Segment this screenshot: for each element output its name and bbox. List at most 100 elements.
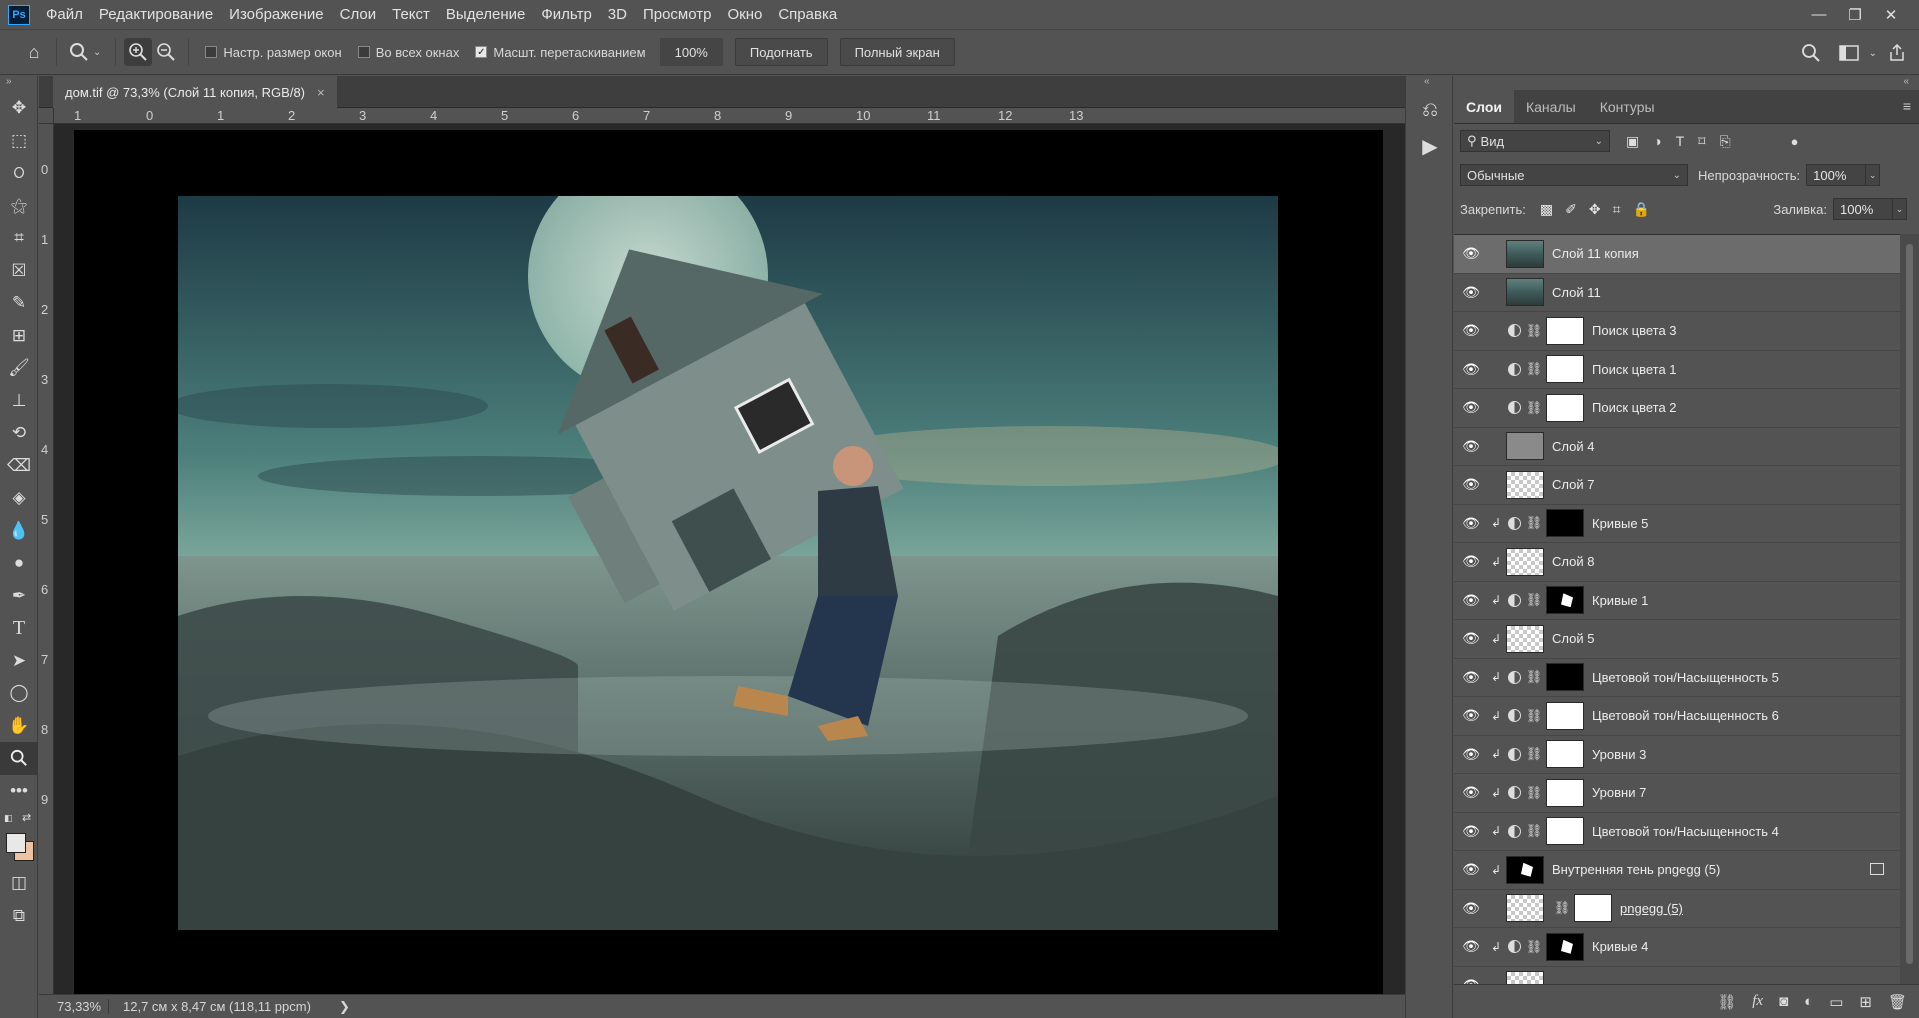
pen-tool-icon[interactable]: ✒ — [0, 580, 38, 613]
blur-tool-icon[interactable]: 💧 — [0, 515, 38, 548]
layer-row[interactable]: 👁 ↲ ⛓ Цветовой тон/Насыщенность 5 — [1454, 659, 1900, 697]
scrubby-zoom-checkbox[interactable]: ✓ Масшт. перетаскиванием — [475, 45, 646, 60]
menu-image[interactable]: Изображение — [221, 0, 332, 29]
layer-row[interactable]: 👁 ⛓ Поиск цвета 2 — [1454, 389, 1900, 428]
layer-filter-select[interactable]: ⚲ Вид ⌄ — [1460, 130, 1610, 152]
layer-mask-thumbnail[interactable] — [1546, 778, 1584, 807]
swap-colors-icon[interactable]: ⇄ — [22, 811, 31, 824]
layer-thumbnail[interactable] — [1506, 624, 1544, 653]
eyedropper-tool-icon[interactable]: ✎ — [0, 287, 38, 320]
actions-panel-icon[interactable]: ▶ — [1406, 128, 1454, 164]
layer-name[interactable]: Слой 4 — [1552, 439, 1594, 454]
layer-row[interactable]: 👁 ↲ ⛓ Уровни 7 — [1454, 774, 1900, 813]
visibility-eye-icon[interactable]: 👁 — [1454, 823, 1488, 840]
layer-name[interactable]: Внутренняя тень pngegg (5) — [1552, 862, 1720, 877]
layer-thumbnail[interactable] — [1506, 894, 1544, 923]
visibility-eye-icon[interactable]: 👁 — [1454, 245, 1488, 262]
layer-row[interactable]: 👁 ↲ ⛓ Кривые 4 — [1454, 928, 1900, 967]
menu-view[interactable]: Просмотр — [635, 0, 720, 29]
lock-pixels-icon[interactable]: ✐ — [1565, 201, 1577, 218]
layer-name[interactable]: Слой 7 — [1552, 477, 1594, 492]
layer-row[interactable]: 👁 ↲ Слой 5 — [1454, 620, 1900, 659]
layer-row[interactable]: 👁 ↲ Внутренняя тень pngegg (5) — [1454, 851, 1900, 890]
layer-name[interactable]: Поиск цвета 3 — [1592, 323, 1677, 338]
pixel-filter-icon[interactable]: ▣ — [1626, 133, 1639, 150]
layer-thumbnail[interactable] — [1506, 239, 1544, 268]
shape-filter-icon[interactable]: ⌑ — [1698, 133, 1705, 150]
menu-file[interactable]: Файл — [38, 0, 91, 29]
tab-channels[interactable]: Каналы — [1514, 90, 1588, 123]
visibility-eye-icon[interactable]: 👁 — [1454, 784, 1488, 801]
menu-filter[interactable]: Фильтр — [533, 0, 599, 29]
history-panel-icon[interactable]: ⎌ — [1406, 92, 1454, 128]
visibility-eye-icon[interactable]: 👁 — [1454, 746, 1488, 763]
move-tool-icon[interactable]: ✥ — [0, 92, 38, 125]
delete-layer-icon[interactable]: 🗑 — [1888, 993, 1907, 1011]
all-windows-checkbox[interactable]: Во всех окнах — [357, 45, 459, 60]
visibility-eye-icon[interactable]: 👁 — [1454, 592, 1488, 609]
layer-name[interactable]: Кривые 1 — [1592, 593, 1648, 608]
layer-row[interactable]: 👁 ↲ ⛓ Цветовой тон/Насыщенность 6 — [1454, 697, 1900, 736]
layer-mask-thumbnail[interactable] — [1546, 740, 1584, 769]
default-colors-icon[interactable]: ◧ — [4, 813, 13, 824]
brush-tool-icon[interactable]: 🖌 — [0, 352, 38, 385]
new-adjustment-layer-icon[interactable]: ◐ — [1804, 993, 1813, 1010]
document-canvas[interactable] — [74, 130, 1383, 994]
visibility-eye-icon[interactable]: 👁 — [1454, 284, 1488, 301]
mask-link-icon[interactable]: ⛓ — [1524, 400, 1544, 416]
fill-field[interactable]: 100% — [1833, 198, 1893, 220]
zoom-percent-field[interactable]: 100% — [659, 38, 723, 66]
history-brush-tool-icon[interactable]: ⟲ — [0, 417, 38, 450]
mask-link-icon[interactable]: ⛓ — [1524, 708, 1544, 724]
screen-mode-icon[interactable]: ⧉ — [0, 900, 38, 933]
layer-row[interactable]: 👁 Слой 11 — [1454, 274, 1900, 312]
layer-row[interactable]: 👁 Слой 7 — [1454, 466, 1900, 505]
chevron-down-icon[interactable]: ⌄ — [1893, 198, 1907, 220]
layer-row[interactable]: 👁 Слой 4 — [1454, 428, 1900, 466]
layer-style-icon[interactable]: fx — [1752, 993, 1763, 1010]
magic-wand-tool-icon[interactable]: ⚝ — [0, 190, 38, 223]
visibility-eye-icon[interactable]: 👁 — [1454, 515, 1488, 532]
layer-mask-thumbnail[interactable] — [1546, 316, 1584, 345]
visibility-eye-icon[interactable]: 👁 — [1454, 977, 1488, 984]
healing-brush-tool-icon[interactable]: ⊞ — [0, 320, 38, 353]
status-zoom[interactable]: 73,33% — [39, 999, 109, 1014]
layer-mask-thumbnail[interactable] — [1546, 355, 1584, 384]
layer-row[interactable]: 👁 ⛓ Поиск цвета 1 — [1454, 351, 1900, 389]
collapse-icon[interactable]: « — [1406, 76, 1452, 92]
layer-row[interactable]: 👁 — [1454, 967, 1900, 984]
mask-link-icon[interactable]: ⛓ — [1524, 361, 1544, 377]
visibility-eye-icon[interactable]: 👁 — [1454, 553, 1488, 570]
foreground-color-swatch[interactable] — [6, 833, 26, 853]
mask-link-icon[interactable]: ⛓ — [1524, 746, 1544, 762]
visibility-eye-icon[interactable]: 👁 — [1454, 707, 1488, 724]
resize-windows-checkbox[interactable]: Настр. размер окон — [205, 45, 342, 60]
mask-link-icon[interactable]: ⛓ — [1524, 785, 1544, 801]
minimize-icon[interactable]: — — [1801, 6, 1837, 23]
collapse-icon[interactable]: « — [1454, 76, 1919, 90]
fill-screen-button[interactable]: Полный экран — [839, 38, 955, 66]
fit-screen-button[interactable]: Подогнать — [734, 38, 828, 66]
blend-mode-select[interactable]: Обычные ⌄ — [1460, 164, 1688, 186]
visibility-eye-icon[interactable]: 👁 — [1454, 938, 1488, 955]
layer-effects-icon[interactable] — [1870, 863, 1884, 875]
ellipse-tool-icon[interactable]: ◯ — [0, 677, 38, 710]
collapse-icon[interactable]: » — [0, 76, 37, 92]
horizontal-ruler[interactable]: 1 0 1 2 3 4 5 6 7 8 9 10 11 12 13 — [54, 108, 1405, 124]
scrollbar-thumb[interactable] — [1906, 244, 1913, 964]
layer-name[interactable]: Слой 5 — [1552, 631, 1594, 646]
mask-link-icon[interactable]: ⛓ — [1524, 669, 1544, 685]
filter-toggle-icon[interactable]: ● — [1791, 134, 1799, 149]
visibility-eye-icon[interactable]: 👁 — [1454, 438, 1488, 455]
menu-window[interactable]: Окно — [719, 0, 770, 29]
layer-thumbnail[interactable] — [1506, 855, 1544, 884]
mask-link-icon[interactable]: ⛓ — [1524, 515, 1544, 531]
layer-name[interactable]: Кривые 4 — [1592, 939, 1648, 954]
layer-name[interactable]: Уровни 7 — [1592, 785, 1646, 800]
close-tab-icon[interactable]: × — [317, 85, 325, 100]
layer-row[interactable]: 👁 ⛓ pngegg (5) — [1454, 890, 1900, 928]
zoom-in-icon[interactable] — [124, 38, 153, 66]
status-menu-arrow[interactable]: ❯ — [339, 999, 350, 1015]
layer-row[interactable]: 👁 ↲ Слой 8 — [1454, 543, 1900, 582]
layer-name[interactable]: Слой 11 копия — [1552, 246, 1639, 261]
